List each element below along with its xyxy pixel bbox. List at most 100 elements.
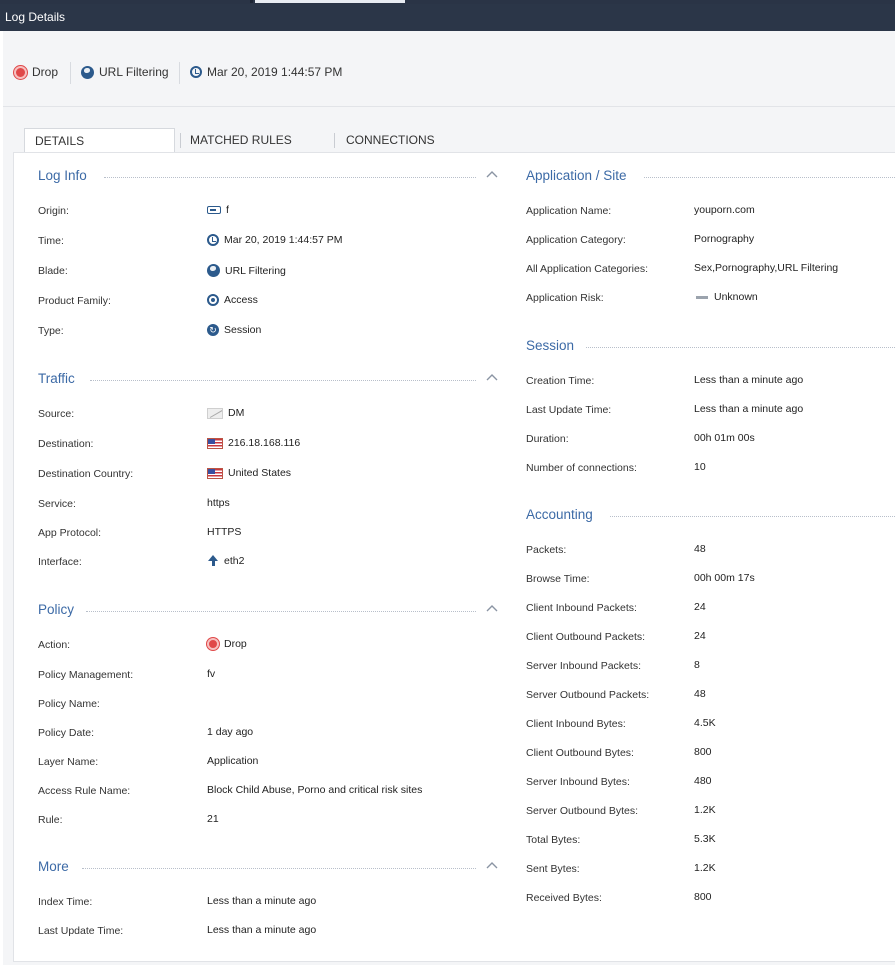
row-value-blade: URL Filtering	[207, 264, 286, 277]
session-icon: ↻	[207, 324, 219, 336]
row-label: App Protocol:	[38, 527, 102, 539]
row-label: Browse Time:	[526, 573, 590, 585]
row-label: Last Update Time:	[38, 925, 124, 937]
row-value-layer-name[interactable]: Application	[207, 755, 258, 767]
row-value-last-update-time: Less than a minute ago	[207, 924, 317, 936]
row-value-total-bytes: 5.3K	[694, 833, 716, 845]
drop-icon	[14, 65, 27, 79]
tab-connections[interactable]: CONNECTIONS	[346, 128, 435, 153]
row-value-text: Session	[224, 324, 262, 336]
row-value-type: ↻ Session	[207, 324, 261, 336]
row-label: Server Outbound Packets:	[526, 689, 650, 701]
row-value-client-inbound-bytes: 4.5K	[694, 717, 716, 729]
row-value-text: United States	[228, 467, 292, 479]
row-value-text: Mar 20, 2019 1:44:57 PM	[224, 234, 343, 246]
row-value-application-category: Pornography	[694, 233, 755, 245]
row-value-application-name: youporn.com	[694, 204, 755, 216]
gateway-icon	[207, 206, 221, 214]
row-value-creation-time: Less than a minute ago	[694, 374, 804, 386]
row-label: Policy Management:	[38, 669, 134, 681]
collapse-chevron-icon[interactable]	[486, 169, 498, 179]
row-value-duration: 00h 01m 00s	[694, 432, 755, 444]
row-label: Received Bytes:	[526, 892, 602, 904]
header-time-label: Mar 20, 2019 1:44:57 PM	[207, 65, 343, 79]
collapse-chevron-icon[interactable]	[486, 860, 498, 870]
row-value-service: https	[207, 497, 230, 509]
tab-matched-rules[interactable]: MATCHED RULES	[190, 128, 292, 153]
clock-icon	[190, 66, 202, 78]
row-label: Server Inbound Bytes:	[526, 776, 630, 788]
row-value-server-inbound-packets: 8	[694, 659, 700, 671]
row-value-text: URL Filtering	[225, 264, 286, 277]
row-label: Application Risk:	[526, 292, 604, 304]
row-value-client-outbound-bytes: 800	[694, 746, 712, 758]
row-label: Source:	[38, 408, 75, 420]
row-label: Origin:	[38, 205, 69, 217]
window-title: Log Details	[0, 4, 895, 31]
active-window-tab[interactable]	[255, 0, 405, 3]
header-action: Drop	[14, 65, 58, 79]
clock-icon	[207, 234, 219, 246]
section-divider	[610, 516, 895, 517]
section-title-application-site: Application / Site	[526, 168, 627, 183]
row-value-packets: 48	[694, 543, 706, 555]
row-value-text: Drop	[224, 638, 247, 650]
row-label: Blade:	[38, 265, 68, 277]
row-label: Packets:	[526, 544, 567, 556]
risk-level-icon	[696, 295, 708, 299]
row-value-number-of-connections: 10	[694, 461, 706, 473]
row-value-server-outbound-packets: 48	[694, 688, 706, 700]
row-label: Sent Bytes:	[526, 863, 580, 875]
section-title-session: Session	[526, 338, 575, 353]
tab-details[interactable]: DETAILS	[24, 128, 175, 154]
collapse-chevron-icon[interactable]	[486, 603, 498, 613]
row-label: Product Family:	[38, 295, 111, 307]
us-flag-icon	[207, 467, 223, 479]
row-value-action: Drop	[207, 638, 247, 650]
row-label: Access Rule Name:	[38, 785, 131, 797]
row-label: Policy Name:	[38, 698, 100, 710]
row-value-all-categories: Sex,Pornography,URL Filtering	[694, 262, 839, 274]
row-value-server-outbound-bytes: 1.2K	[694, 804, 716, 816]
row-value-client-outbound-packets: 24	[694, 630, 706, 642]
row-label: Server Inbound Packets:	[526, 660, 641, 672]
header-blade-label: URL Filtering	[99, 65, 169, 79]
row-label: Client Inbound Bytes:	[526, 718, 626, 730]
row-value-received-bytes: 800	[694, 891, 712, 903]
log-summary-header: Drop URL Filtering Mar 20, 2019 1:44:57 …	[3, 31, 895, 107]
row-value-last-update-time: Less than a minute ago	[694, 403, 804, 415]
header-divider	[70, 62, 71, 84]
row-label: Client Outbound Packets:	[526, 631, 646, 643]
row-label: Action:	[38, 639, 71, 651]
access-icon	[207, 294, 219, 306]
row-value-text: Unknown	[714, 291, 758, 303]
row-value-application-risk: Unknown	[696, 291, 758, 303]
row-label: Application Category:	[526, 234, 626, 246]
section-divider	[104, 177, 476, 178]
header-action-label: Drop	[32, 65, 59, 79]
tab-divider	[180, 133, 181, 148]
row-value-server-inbound-bytes: 480	[694, 775, 712, 787]
row-label: All Application Categories:	[526, 263, 648, 275]
section-title-policy: Policy	[38, 602, 75, 617]
row-value-browse-time: 00h 00m 17s	[694, 572, 755, 584]
row-value-origin: f	[207, 204, 229, 216]
row-label: Duration:	[526, 433, 569, 445]
row-value-access-rule-name[interactable]: Block Child Abuse, Porno and critical ri…	[207, 784, 422, 796]
row-label: Layer Name:	[38, 756, 99, 768]
row-value-destination[interactable]: 216.18.168.116	[207, 437, 300, 449]
outbound-arrow-icon	[207, 555, 219, 567]
strip-divider	[250, 0, 253, 3]
collapse-chevron-icon[interactable]	[486, 372, 498, 382]
row-label: Application Name:	[526, 205, 612, 217]
us-flag-icon	[207, 437, 223, 449]
section-title-traffic: Traffic	[38, 371, 75, 386]
row-label: Type:	[38, 325, 64, 337]
row-label: Client Outbound Bytes:	[526, 747, 634, 759]
section-title-accounting: Accounting	[526, 507, 593, 522]
row-label: Creation Time:	[526, 375, 595, 387]
section-divider	[90, 380, 476, 381]
section-divider	[644, 177, 895, 178]
row-value-text: eth2	[224, 555, 245, 567]
row-value-destination-country: United States	[207, 467, 291, 479]
